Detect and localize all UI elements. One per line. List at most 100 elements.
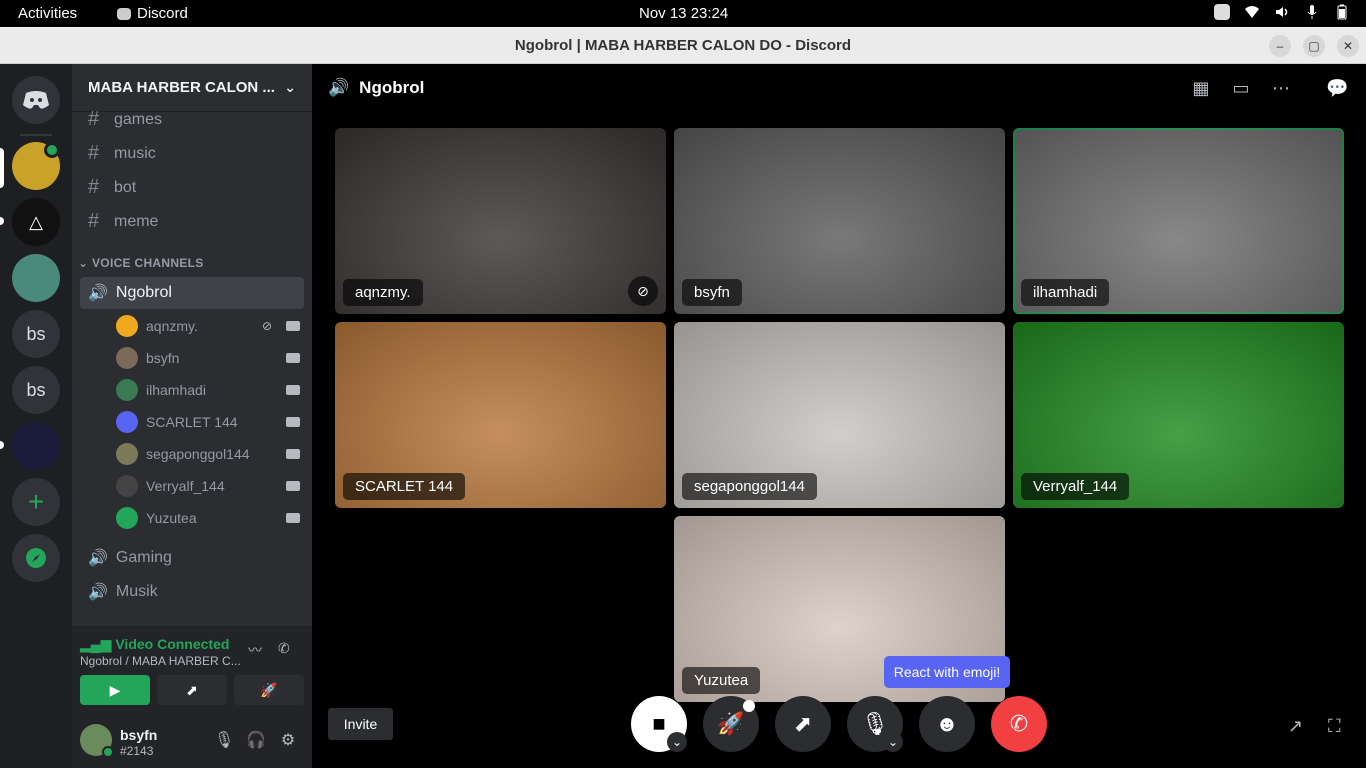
server-triangle[interactable]: △ <box>12 198 60 246</box>
rail-divider <box>20 134 52 136</box>
online-status-icon <box>102 746 114 758</box>
close-window-button[interactable]: ✕ <box>1337 35 1359 57</box>
camera-icon <box>286 481 300 491</box>
screen-share-button[interactable]: ⬈ <box>775 696 831 752</box>
participant-name: ilhamhadi <box>1021 279 1110 306</box>
window-title-bar[interactable]: Ngobrol | MABA HARBER CALON DO - Discord… <box>0 27 1366 64</box>
add-server-button[interactable]: + <box>12 478 60 526</box>
channel-name: meme <box>114 212 159 230</box>
system-tray[interactable] <box>1214 4 1350 20</box>
window-title: Ngobrol | MABA HARBER CALON DO - Discord <box>514 37 852 54</box>
voice-user[interactable]: Verryalf_144 <box>116 474 300 498</box>
headphones-icon[interactable]: 🎧 <box>246 730 266 750</box>
voice-channel-name: Musik <box>115 583 158 600</box>
channel-name: bot <box>114 178 137 196</box>
channel-name: music <box>114 144 156 162</box>
server-anime[interactable] <box>12 422 60 470</box>
avatar <box>116 315 138 337</box>
text-channel-meme[interactable]: # meme <box>88 210 158 233</box>
video-tile[interactable]: bsyfn <box>674 128 1005 314</box>
voice-user[interactable]: ilhamhadi <box>116 378 300 402</box>
video-tile[interactable]: ilhamhadi <box>1013 128 1344 314</box>
speaker-icon: 🔊 <box>88 285 108 302</box>
video-tile[interactable]: segaponggol144 <box>674 322 1005 508</box>
voice-channel-gaming[interactable]: 🔊 Gaming <box>80 542 304 574</box>
inbox-icon[interactable]: ▭ <box>1230 78 1252 100</box>
guild-header[interactable]: MABA HARBER CALON ... ⌄ <box>72 64 312 112</box>
voice-user[interactable]: bsyfn <box>116 346 300 370</box>
voice-user[interactable]: segaponggol144 <box>116 442 300 466</box>
voice-user[interactable]: SCARLET 144 <box>116 410 300 434</box>
video-tile[interactable]: Verryalf_144 <box>1013 322 1344 508</box>
speaker-icon: 🔊 <box>88 584 108 601</box>
username: bsyfn <box>120 727 158 743</box>
voice-user-name: SCARLET 144 <box>146 414 238 430</box>
invite-button[interactable]: Invite <box>328 708 393 740</box>
participant-name: bsyfn <box>682 279 742 306</box>
avatar <box>116 443 138 465</box>
maximize-button[interactable]: ▢ <box>1303 35 1325 57</box>
activity-button[interactable]: 🚀 <box>234 675 304 705</box>
hash-icon: # <box>88 176 100 198</box>
video-tile[interactable]: SCARLET 144 <box>335 322 666 508</box>
direct-messages-button[interactable] <box>12 76 60 124</box>
voice-location[interactable]: Ngobrol / MABA HARBER C... <box>80 654 241 668</box>
explore-servers-button[interactable] <box>12 534 60 582</box>
hang-up-button[interactable]: ✆ <box>991 696 1047 752</box>
voice-call-view: 🔊 Ngobrol ▦ ▭ ⋯ 💬 aqnzmy. ⊘ bsyfn ilhamhadi… <box>312 64 1366 768</box>
voice-user-name: bsyfn <box>146 350 180 366</box>
video-tile[interactable]: aqnzmy. ⊘ <box>335 128 666 314</box>
camera-icon <box>286 385 300 395</box>
fullscreen-icon[interactable]: ⛶ <box>1328 716 1341 737</box>
server-bs-2[interactable]: bs <box>12 366 60 414</box>
hash-icon: # <box>88 108 100 130</box>
camera-icon <box>286 513 300 523</box>
discord-tray-icon[interactable] <box>1214 4 1230 20</box>
voice-channel-musik[interactable]: 🔊 Musik <box>80 576 304 608</box>
chevron-down-icon[interactable]: ⌄ <box>883 732 903 752</box>
avatar <box>116 475 138 497</box>
discord-icon <box>117 7 131 20</box>
voice-channel-name: Gaming <box>115 549 172 566</box>
participant-name: SCARLET 144 <box>343 473 466 500</box>
unread-pill <box>0 441 4 449</box>
voice-status-label: Video Connected <box>115 636 230 652</box>
disconnect-icon[interactable]: ✆ <box>278 640 290 657</box>
emoji-react-button[interactable]: ☻ <box>919 696 975 752</box>
voice-user-name: aqnzmy. <box>146 318 198 334</box>
mic-muted-icon: ⊘ <box>628 276 658 306</box>
server-bs-1[interactable]: bs <box>12 310 60 358</box>
call-header: 🔊 Ngobrol <box>328 78 424 98</box>
participant-name: Verryalf_144 <box>1021 473 1130 500</box>
clock[interactable]: Nov 13 23:24 <box>639 5 728 22</box>
voice-channel-ngobrol[interactable]: 🔊 Ngobrol <box>80 277 304 309</box>
microphone-icon[interactable]: 🎙 <box>214 730 234 750</box>
popout-icon[interactable]: ↗ <box>1288 716 1303 737</box>
text-channel-music[interactable]: # music <box>88 142 156 165</box>
more-options-icon[interactable]: ⋯ <box>1270 78 1292 100</box>
chat-icon[interactable]: 💬 <box>1326 78 1348 100</box>
battery-icon[interactable] <box>1334 4 1350 20</box>
voice-status[interactable]: ▂▄▆ Video Connected <box>80 636 229 653</box>
microphone-icon[interactable] <box>1304 4 1320 20</box>
text-channel-bot[interactable]: # bot <box>88 176 136 199</box>
screen-share-button[interactable]: ⬈ <box>157 675 227 705</box>
voice-category[interactable]: ⌄ VOICE CHANNELS <box>78 256 204 270</box>
gear-icon[interactable]: ⚙ <box>278 730 298 750</box>
text-channel-games[interactable]: # games <box>88 108 162 131</box>
volume-icon[interactable] <box>1274 4 1290 20</box>
server-avatar[interactable] <box>12 254 60 302</box>
voice-user[interactable]: aqnzmy. ⊘ <box>116 314 300 338</box>
activities-button[interactable]: Activities <box>18 5 77 22</box>
voice-user[interactable]: Yuzutea <box>116 506 300 530</box>
chevron-down-icon[interactable]: ⌄ <box>667 732 687 752</box>
wifi-icon[interactable] <box>1244 4 1260 20</box>
new-badge <box>743 700 755 712</box>
app-menu[interactable]: Discord <box>117 5 188 22</box>
minimize-button[interactable]: – <box>1269 35 1291 57</box>
noise-suppression-icon[interactable]: 〰 <box>248 640 262 660</box>
camera-button[interactable]: ▶ <box>80 675 150 705</box>
mic-muted-icon: ⊘ <box>261 319 272 333</box>
avatar <box>116 507 138 529</box>
layout-icon[interactable]: ▦ <box>1190 78 1212 100</box>
